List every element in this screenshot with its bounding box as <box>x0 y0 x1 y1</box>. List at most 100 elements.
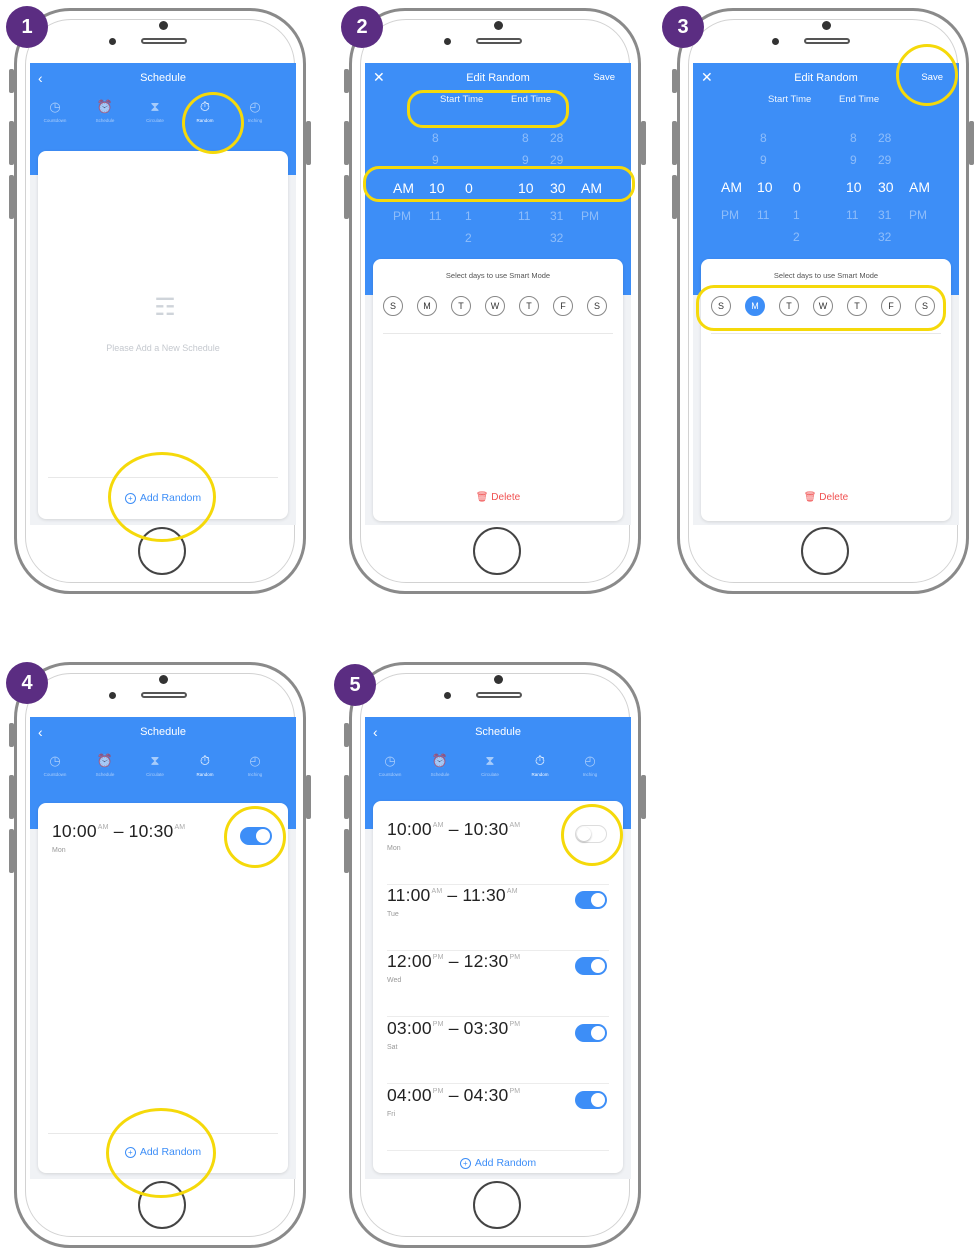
time-range: 12:00PM –12:30PM <box>387 951 521 971</box>
empty-message: Please Add a New Schedule <box>106 343 220 353</box>
screen: ✕ Edit Random Save Start Time End Time 8… <box>365 63 631 525</box>
delete-button[interactable]: 🗑︎ Delete <box>373 492 623 503</box>
day-mon[interactable]: M <box>417 296 437 316</box>
picker-minute-end[interactable]: 30 <box>878 179 894 195</box>
tab-circulate[interactable]: ⧗ Circulate <box>130 99 180 124</box>
highlight-save <box>896 44 958 106</box>
time-range: 11:00AM –11:30AM <box>387 885 518 905</box>
time-range: 10:00AM –10:30AM <box>387 819 521 839</box>
page-title: Schedule <box>140 726 186 738</box>
highlight-toggle-off <box>561 804 623 866</box>
step-badge: 1 <box>6 6 48 48</box>
divider <box>387 1083 609 1084</box>
day-thu[interactable]: T <box>519 296 539 316</box>
schedule-row[interactable]: 03:00PM –03:30PM Sat <box>387 1018 609 1084</box>
day-sat[interactable]: S <box>587 296 607 316</box>
tab-inching[interactable]: ◴ Inching <box>565 754 615 778</box>
day-fri[interactable]: F <box>553 296 573 316</box>
tab-random[interactable]: ⏱ Random <box>180 754 230 778</box>
sensor-dot <box>494 675 503 684</box>
side-button <box>969 121 974 165</box>
home-button[interactable] <box>801 527 849 575</box>
page-title: Schedule <box>140 72 186 84</box>
tab-schedule[interactable]: ⏰ Schedule <box>80 100 130 124</box>
clock-icon: ◷ <box>384 753 396 768</box>
select-days-label: Select days to use Smart Mode <box>445 271 551 280</box>
tab-countdown[interactable]: ◷ Countdown <box>30 753 80 778</box>
clock-icon: ◷ <box>49 753 61 768</box>
end-time-label[interactable]: End Time <box>839 94 879 105</box>
save-button[interactable]: Save <box>593 72 615 83</box>
hourglass-icon: ⧗ <box>150 753 160 768</box>
side-button <box>306 775 311 819</box>
side-button <box>306 121 311 165</box>
clock-icon: ◷ <box>49 99 61 114</box>
enable-toggle[interactable] <box>575 1024 607 1042</box>
speaker <box>476 692 522 698</box>
side-button <box>641 121 646 165</box>
camera <box>444 692 451 699</box>
tab-schedule[interactable]: ⏰ Schedule <box>80 754 130 778</box>
hourglass-icon: ⧗ <box>485 753 495 768</box>
speaker <box>141 38 187 44</box>
step-badge: 2 <box>341 6 383 48</box>
row-day: Mon <box>52 847 66 854</box>
schedule-row[interactable]: 12:00PM –12:30PM Wed <box>387 951 609 1017</box>
row-day: Wed <box>387 977 402 984</box>
day-sun[interactable]: S <box>383 296 403 316</box>
enable-toggle[interactable] <box>575 1091 607 1109</box>
select-days-label: Select days to use Smart Mode <box>773 271 879 280</box>
home-button[interactable] <box>473 527 521 575</box>
tab-schedule[interactable]: ⏰ Schedule <box>415 754 465 778</box>
camera <box>109 692 116 699</box>
side-button <box>9 69 14 93</box>
picker-hour-end[interactable]: 10 <box>846 179 862 195</box>
sensor-dot <box>159 21 168 30</box>
side-button <box>672 69 677 93</box>
hourglass-icon: ⧗ <box>150 99 160 114</box>
phone-step-5: ‹ Schedule ◷ Countdown ⏰ Schedule ⧗ Circula… <box>344 662 646 1248</box>
enable-toggle[interactable] <box>575 891 607 909</box>
plus-icon: + <box>459 1158 471 1169</box>
tab-circulate[interactable]: ⧗ Circulate <box>130 753 180 778</box>
side-button <box>344 69 349 93</box>
camera <box>444 38 451 45</box>
sensor-dot <box>822 21 831 30</box>
trash-icon: 🗑︎ <box>475 492 492 503</box>
time-picker[interactable]: 8 8 28 9 9 29 AM 10 0 10 30 AM PM 11 1 1… <box>693 131 959 261</box>
page-title: Schedule <box>475 726 521 738</box>
trash-icon: 🗑︎ <box>803 492 820 503</box>
tab-countdown[interactable]: ◷ Countdown <box>365 753 415 778</box>
row-day: Mon <box>387 845 401 852</box>
highlight-add-random <box>108 452 216 542</box>
tab-random[interactable]: ⏱ Random <box>515 753 565 778</box>
speaker <box>476 38 522 44</box>
side-button <box>672 175 677 219</box>
time-range: 04:00PM –04:30PM <box>387 1085 521 1105</box>
tab-inching[interactable]: ◴ Inching <box>230 754 280 778</box>
schedule-row[interactable]: 11:00AM –11:30AM Tue <box>387 885 609 951</box>
stopwatch-icon: ⏱ <box>534 753 546 768</box>
picker-hour-start[interactable]: 10 <box>757 179 773 195</box>
schedule-row[interactable]: 04:00PM –04:30PM Fri <box>387 1085 609 1151</box>
side-button <box>9 829 14 873</box>
speaker <box>141 692 187 698</box>
speaker <box>804 38 850 44</box>
home-button[interactable] <box>473 1181 521 1229</box>
empty-box-icon: ☶ <box>154 294 176 321</box>
day-tue[interactable]: T <box>451 296 471 316</box>
delete-button[interactable]: 🗑︎ Delete <box>701 492 951 503</box>
side-button <box>344 121 349 165</box>
start-time-label[interactable]: Start Time <box>768 94 811 105</box>
add-random-button[interactable]: + Add Random <box>373 1157 623 1169</box>
day-wed[interactable]: W <box>485 296 505 316</box>
enable-toggle[interactable] <box>575 957 607 975</box>
tab-circulate[interactable]: ⧗ Circulate <box>465 753 515 778</box>
picker-ampm-end[interactable]: AM <box>909 179 930 195</box>
side-button <box>344 723 349 747</box>
side-button <box>641 775 646 819</box>
tab-countdown[interactable]: ◷ Countdown <box>30 99 80 124</box>
picker-minute-start[interactable]: 0 <box>793 179 801 195</box>
side-button <box>344 829 349 873</box>
picker-ampm-start[interactable]: AM <box>721 179 742 195</box>
